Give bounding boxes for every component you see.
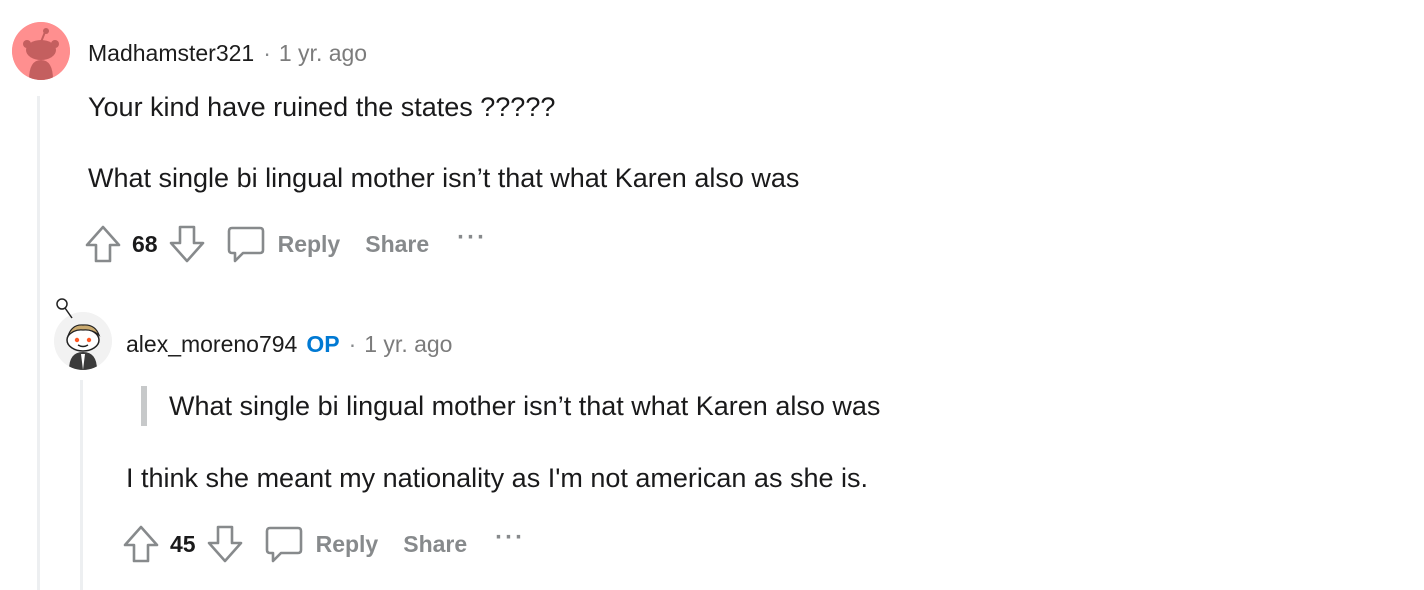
downvote-icon[interactable] [206,524,244,564]
timestamp[interactable]: 1 yr. ago [279,38,367,68]
thread-line-reply[interactable] [80,380,83,590]
share-button[interactable]: Share [403,531,467,558]
share-label: Share [365,230,430,257]
comment-header: Madhamster321 · 1 yr. ago [88,38,367,68]
op-badge: OP [306,331,340,357]
avatar[interactable] [54,312,112,370]
comment-paragraph: What single bi lingual mother isn’t that… [88,163,800,193]
upvote-icon[interactable] [84,224,122,264]
thread-line-root[interactable] [37,96,40,590]
share-label: Share [403,530,468,557]
comment-bubble-icon [227,226,264,263]
comment-actions: 45 Reply Share ··· [122,522,525,566]
comment-header: alex_moreno794 OP · 1 yr. ago [126,329,452,359]
more-options-icon[interactable]: ··· [495,524,525,552]
snoo-avatar-custom-icon [54,312,112,370]
timestamp[interactable]: 1 yr. ago [364,329,452,359]
blockquote: What single bi lingual mother isn’t that… [141,386,880,426]
reply-button[interactable]: Reply [226,224,341,264]
comment-paragraph: Your kind have ruined the states ????? [88,92,556,122]
reply-label: Reply [277,230,341,257]
share-button[interactable]: Share [365,231,429,258]
comment-bubble-icon [265,526,302,563]
avatar-antenna-icon [56,298,73,319]
comment-actions: 68 Reply Share ··· [84,222,487,266]
upvote-icon[interactable] [122,524,160,564]
vote-count: 45 [170,530,196,557]
comment-paragraph: I think she meant my nationality as I'm … [126,463,868,493]
vote-count: 68 [132,230,158,257]
username[interactable]: alex_moreno794 [126,329,297,359]
reply-button[interactable]: Reply [264,524,379,564]
separator-dot: · [348,331,357,357]
avatar[interactable] [12,22,70,80]
downvote-icon[interactable] [168,224,206,264]
snoo-avatar-icon [12,22,70,80]
separator-dot: · [263,40,271,66]
reply-label: Reply [315,530,379,557]
username[interactable]: Madhamster321 [88,38,254,68]
more-options-icon[interactable]: ··· [457,224,487,252]
